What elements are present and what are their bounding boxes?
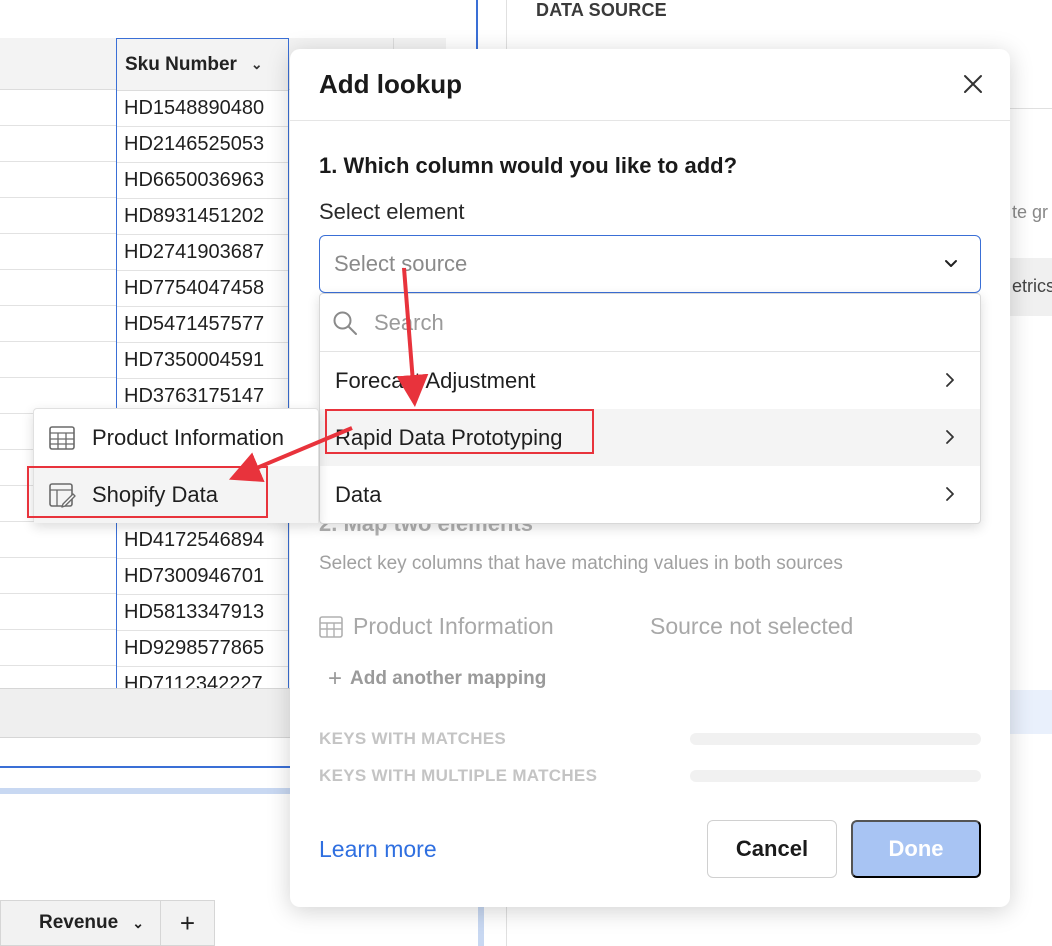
metrics-tab[interactable]: etrics bbox=[1010, 258, 1052, 316]
dialog-header: Add lookup bbox=[290, 49, 1010, 121]
table-cell[interactable]: HD9298577865 bbox=[117, 631, 288, 667]
table-cell[interactable]: HD7754047458 bbox=[117, 271, 288, 307]
question-2-description: Select key columns that have matching va… bbox=[319, 553, 843, 574]
table-cell[interactable]: HD2741903687 bbox=[117, 235, 288, 271]
highlight-box-rapid-data bbox=[325, 409, 594, 454]
add-mapping-label: Add another mapping bbox=[350, 668, 547, 689]
close-icon[interactable] bbox=[962, 73, 984, 95]
submenu-item-product-information[interactable]: Product Information bbox=[34, 409, 318, 466]
keys-multiple-matches-bar bbox=[690, 770, 981, 782]
plus-icon: + bbox=[328, 665, 343, 692]
dropdown-search[interactable]: Search bbox=[320, 294, 980, 352]
chevron-right-icon bbox=[946, 430, 954, 444]
dialog-title: Add lookup bbox=[319, 69, 462, 99]
table-cell[interactable]: HD4172546894 bbox=[117, 523, 288, 559]
table-cell[interactable]: HD2146525053 bbox=[117, 127, 288, 163]
table-icon bbox=[49, 425, 75, 450]
sku-number-column[interactable]: Sku Number ⌄ HD1548890480 HD2146525053 H… bbox=[116, 38, 289, 690]
keys-with-matches-label: KEYS WITH MATCHES bbox=[319, 729, 507, 748]
add-tab-button[interactable]: + bbox=[161, 908, 214, 939]
table-cell[interactable]: HD5471457577 bbox=[117, 307, 288, 343]
table-rows-left bbox=[0, 90, 118, 688]
select-placeholder: Select source bbox=[334, 251, 468, 276]
chevron-right-icon bbox=[946, 487, 954, 501]
menu-item-label: Forecast Adjustment bbox=[335, 367, 536, 393]
keys-multiple-matches-label: KEYS WITH MULTIPLE MATCHES bbox=[319, 766, 598, 785]
table-cell[interactable]: HD7300946701 bbox=[117, 559, 288, 595]
chevron-down-icon[interactable]: ⌄ bbox=[132, 915, 144, 932]
panel-highlight-row bbox=[1010, 690, 1052, 734]
data-source-label: DATA SOURCE bbox=[536, 0, 667, 20]
mapping-row: Product Information Source not selected bbox=[319, 613, 939, 640]
learn-more-link[interactable]: Learn more bbox=[319, 836, 437, 863]
keys-with-matches-bar bbox=[690, 733, 981, 745]
tab-bar: Revenue ⌄ + bbox=[0, 900, 215, 946]
question-1-heading: 1. Which column would you like to add? bbox=[319, 153, 738, 178]
table-cell[interactable]: HD6650036963 bbox=[117, 163, 288, 199]
table-cell[interactable]: HD5813347913 bbox=[117, 595, 288, 631]
tab-revenue-label: Revenue bbox=[39, 912, 119, 933]
table-cell[interactable]: HD1548890480 bbox=[117, 91, 288, 127]
chevron-down-icon[interactable]: ⌄ bbox=[251, 56, 263, 73]
table-icon bbox=[319, 615, 343, 638]
table-cell[interactable]: HD7112342227 bbox=[117, 667, 288, 689]
submenu-item-label: Product Information bbox=[92, 424, 284, 450]
mapping-left-source[interactable]: Product Information bbox=[353, 613, 554, 640]
highlight-box-shopify-data bbox=[27, 466, 268, 518]
add-another-mapping-button[interactable]: + Add another mapping bbox=[328, 665, 546, 693]
cancel-button[interactable]: Cancel bbox=[707, 820, 837, 878]
menu-item-label: Data bbox=[335, 481, 382, 507]
chevron-right-icon bbox=[946, 373, 954, 387]
search-placeholder: Search bbox=[374, 309, 444, 335]
table-cell[interactable]: HD8931451202 bbox=[117, 199, 288, 235]
select-element-label: Select element bbox=[319, 199, 465, 224]
done-button[interactable]: Done bbox=[851, 820, 981, 878]
menu-item-data[interactable]: Data bbox=[320, 466, 980, 523]
menu-item-forecast-adjustment[interactable]: Forecast Adjustment bbox=[320, 352, 980, 409]
table-cell[interactable]: HD7350004591 bbox=[117, 343, 288, 379]
sku-number-header[interactable]: Sku Number ⌄ bbox=[117, 39, 288, 91]
mapping-right-source[interactable]: Source not selected bbox=[650, 613, 853, 640]
panel-divider-line bbox=[1010, 108, 1052, 109]
select-source-dropdown[interactable]: Select source bbox=[319, 235, 981, 293]
sku-header-label: Sku Number bbox=[125, 53, 237, 75]
tab-revenue[interactable]: Revenue ⌄ bbox=[1, 901, 161, 945]
search-icon bbox=[333, 311, 357, 335]
panel-partial-text: te gr bbox=[1012, 202, 1049, 222]
chevron-down-icon bbox=[945, 260, 957, 267]
